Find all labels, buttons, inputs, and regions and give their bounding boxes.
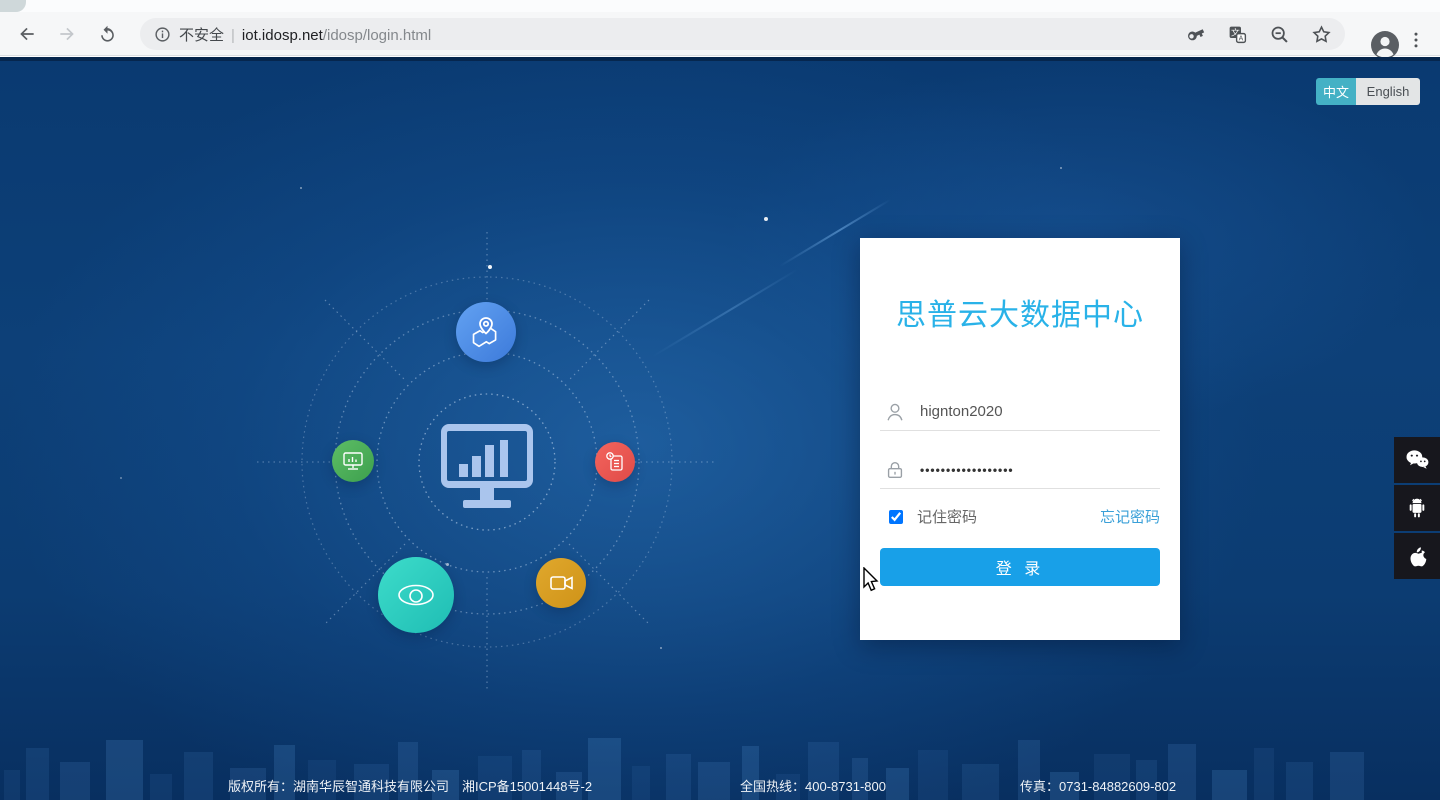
hotline-text: 全国热线：400-8731-800 — [740, 779, 886, 794]
lock-icon — [887, 461, 903, 478]
forward-button[interactable] — [52, 19, 82, 49]
key-icon[interactable] — [1185, 24, 1206, 45]
user-icon — [887, 403, 903, 420]
browser-window: 不安全 | iot.idosp.net/idosp/login.html 文A — [0, 0, 1440, 800]
star-dot — [120, 477, 122, 479]
reload-icon — [100, 25, 114, 42]
mouse-cursor — [863, 567, 879, 592]
apple-button[interactable] — [1394, 533, 1440, 579]
monitoring-module[interactable] — [332, 440, 374, 482]
lang-english-button[interactable]: English — [1356, 78, 1420, 105]
svg-text:A: A — [1239, 36, 1244, 43]
monitor-dashboard-icon — [441, 424, 533, 508]
translate-icon[interactable]: 文A — [1227, 24, 1248, 45]
surveillance-module[interactable] — [378, 557, 454, 633]
city-skyline — [4, 738, 1364, 800]
login-page: 中文 English 思普云大数据中心 记住密码 忘记密码 — [0, 57, 1440, 800]
zoom-out-icon[interactable] — [1269, 24, 1290, 45]
url-path: /idosp/login.html — [322, 26, 432, 44]
star-dot — [300, 187, 302, 189]
map-module[interactable] — [456, 302, 516, 362]
username-input[interactable] — [920, 403, 1160, 420]
forgot-password-link[interactable]: 忘记密码 — [1100, 506, 1160, 527]
security-label: 不安全 — [179, 26, 225, 44]
password-input[interactable] — [920, 462, 1160, 477]
page-title: 思普云大数据中心 — [896, 299, 1144, 332]
reload-button[interactable] — [92, 19, 122, 49]
android-icon — [1409, 498, 1425, 518]
star-dot — [764, 217, 768, 221]
apple-icon — [1410, 547, 1427, 567]
back-icon — [20, 27, 34, 41]
star-icon[interactable] — [1311, 24, 1332, 45]
menu-icon — [1414, 32, 1418, 48]
report-icon — [606, 452, 623, 471]
tab-strip — [0, 0, 1440, 12]
remember-label: 记住密码 — [917, 509, 978, 526]
browser-menu-button[interactable] — [1406, 30, 1426, 55]
browser-toolbar: 不安全 | iot.idosp.net/idosp/login.html 文A — [0, 12, 1440, 59]
login-button[interactable]: 登 录 — [880, 548, 1160, 586]
android-button[interactable] — [1394, 485, 1440, 531]
app-links — [1394, 437, 1440, 579]
report-module[interactable] — [595, 442, 635, 482]
star-dot — [1060, 167, 1062, 169]
eye-icon — [398, 584, 434, 606]
remember-checkbox[interactable] — [889, 509, 903, 524]
address-bar[interactable]: 不安全 | iot.idosp.net/idosp/login.html — [140, 18, 1345, 50]
url-host: iot.idosp.net — [241, 26, 323, 44]
login-card: 思普云大数据中心 记住密码 忘记密码 登 录 — [860, 238, 1180, 640]
wechat-button[interactable] — [1394, 437, 1440, 483]
monitor-chart-icon — [343, 452, 363, 470]
fax-text: 传真：0731-84882609-802 — [1020, 779, 1177, 794]
password-field-row — [880, 451, 1160, 489]
language-toggle: 中文 English — [1316, 78, 1420, 105]
remember-row: 记住密码 忘记密码 — [880, 506, 1160, 527]
profile-icon — [1371, 31, 1399, 59]
copyright-text: 版权所有：湖南华辰智通科技有限公司 湘ICP备15001448号-2 — [228, 779, 593, 794]
url-separator: | — [231, 26, 235, 44]
username-field-row — [880, 393, 1160, 431]
info-icon[interactable] — [154, 26, 171, 43]
video-camera-icon — [550, 576, 573, 590]
map-pin-icon — [472, 317, 497, 348]
lang-chinese-button[interactable]: 中文 — [1316, 78, 1356, 105]
forward-icon — [60, 27, 74, 41]
wechat-icon — [1406, 450, 1429, 469]
video-module[interactable] — [536, 558, 586, 608]
tab-edge — [0, 0, 26, 12]
back-button[interactable] — [12, 19, 42, 49]
